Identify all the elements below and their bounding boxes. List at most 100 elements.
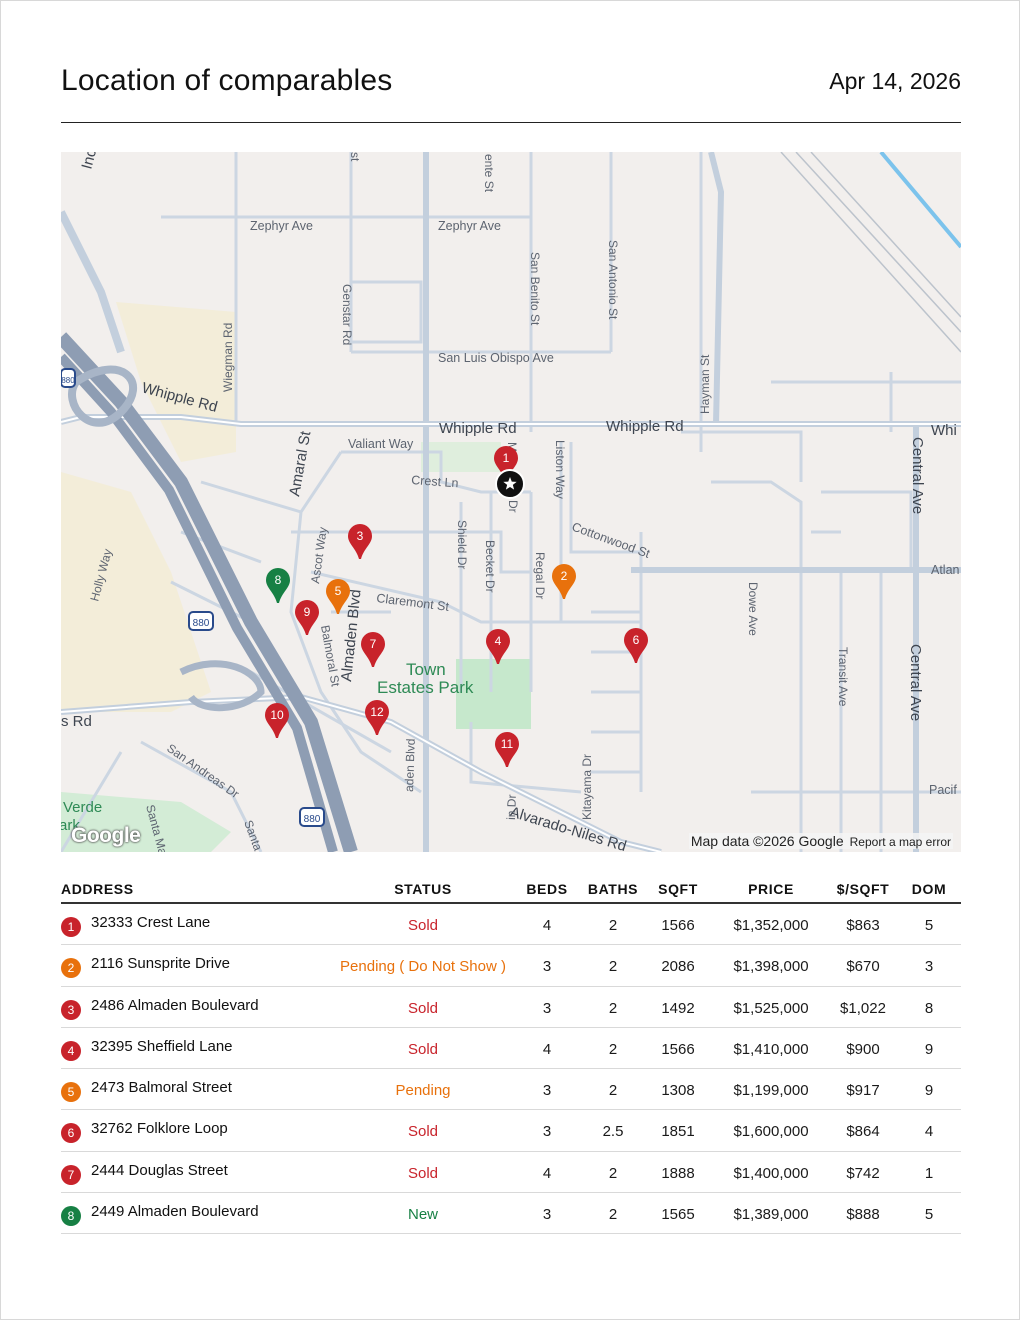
street-label: Pacif [929,783,957,797]
map-marker-3[interactable]: 3 [348,524,372,559]
table-row: 2 2116 Sunsprite Drive Pending ( Do Not Sh… [61,945,961,987]
sqft-cell: 2086 [661,958,695,976]
table-row: 7 2444 Douglas Street Sold 4 2 1888 $1,400,000… [61,1152,961,1194]
park-label: Town [406,660,446,679]
dom-cell: 5 [924,917,934,934]
dom-cell: 9 [924,1082,934,1100]
street-label: st [348,152,362,162]
baths-cell: 2 [608,1164,618,1182]
price-cell: $1,389,000 [733,1206,809,1224]
status-cell: Sold [407,999,439,1017]
map-marker-11[interactable]: 11 [495,732,519,767]
map-marker-12[interactable]: 12 [365,700,389,735]
street-label: Inc [78,152,100,171]
map-marker-10[interactable]: 10 [265,703,289,738]
street-label: Becket Dr [483,540,497,593]
street-label: Amaral St [286,429,314,498]
street-label: San Antonio St [606,240,620,320]
baths-cell: 2 [608,999,618,1017]
comp-number-badge: 3 [61,999,81,1020]
highway-shield-1: 880 [188,611,214,631]
map-marker-8[interactable]: 8 [266,568,290,603]
baths-cell: 2 [608,1040,618,1058]
street-label: Zephyr Ave [438,219,501,233]
sqft-cell: 1566 [661,1040,695,1058]
price-per-sqft-cell: $863 [846,917,880,934]
street-label: Transit Ave [836,647,850,707]
table-row: 1 32333 Crest Lane Sold 4 2 1566 $1,352,000 $86… [61,904,961,946]
status-cell: Pending ( Do Not Show ) [340,958,506,976]
map-marker-label: 5 [335,584,342,598]
address-cell: 32333 Crest Lane [91,914,211,931]
street-label: ente St [482,154,496,193]
beds-cell: 3 [542,1206,552,1224]
price-cell: $1,525,000 [733,999,809,1017]
shield-label-3: 880 [61,376,75,385]
price-cell: $1,410,000 [733,1040,809,1058]
header-price: PRICE [748,881,794,897]
sqft-cell: 1492 [661,999,695,1017]
map-marker-label: 10 [270,708,284,722]
price-cell: $1,352,000 [733,917,809,934]
google-logo: Google [71,824,141,847]
price-per-sqft-cell: $670 [846,958,880,976]
table-body: 1 32333 Crest Lane Sold 4 2 1566 $1,352,000 $86… [61,904,961,1235]
shield-label-2: 880 [304,814,321,825]
map-marker-label: 12 [370,705,384,719]
street-label: Wiegman Rd [221,323,235,392]
map-marker-6[interactable]: 6 [624,628,648,663]
price-per-sqft-cell: $864 [846,1123,880,1141]
status-cell: New [407,1206,439,1224]
address-cell: 2486 Almaden Boulevard [91,996,259,1014]
map-marker-7[interactable]: 7 [361,632,385,667]
beds-cell: 4 [542,1040,552,1058]
street-label: Whi [931,422,957,439]
price-cell: $1,199,000 [733,1082,809,1100]
price-cell: $1,400,000 [733,1164,809,1182]
header-baths: BATHS [587,881,639,897]
street-label: Central Ave [909,437,926,514]
street-label: Kitayama Dr [580,754,594,820]
sqft-cell: 1308 [661,1082,695,1100]
street-label: San Andreas Dr [164,741,241,801]
price-per-sqft-cell: $1,022 [840,999,886,1017]
table-row: 4 32395 Sheffield Lane Sold 4 2 1566 $1,410,00… [61,1028,961,1070]
address-cell: 2449 Almaden Boulevard [91,1203,259,1221]
header-status: STATUS [394,881,452,897]
sqft-cell: 1851 [661,1123,695,1141]
street-label: Whipple Rd [439,420,517,437]
dom-cell: 1 [924,1164,934,1182]
map-marker-label: 1 [503,451,510,465]
report-map-error-link[interactable]: Report a map error [850,835,951,849]
address-cell: 32762 Folklore Loop [91,1120,228,1138]
table-row: 5 2473 Balmoral Street Pending 3 2 1308 $1,199… [61,1069,961,1111]
map-canvas[interactable]: 880 880 880 Zephyr Ave Zephyr Ave San Lu… [61,152,961,852]
street-label: Shield Dr [455,520,469,569]
map-marker-2[interactable]: 2 [552,564,576,599]
comparables-map[interactable]: 880 880 880 Zephyr Ave Zephyr Ave San Lu… [61,152,961,852]
street-label: Alvarado-Niles Rd [508,804,629,852]
dom-cell: 8 [924,999,934,1017]
street-label: Regal Dr [533,552,547,599]
dom-cell: 4 [924,1123,934,1141]
beds-cell: 3 [542,1123,552,1141]
comp-number-badge: 2 [61,958,81,979]
street-label: Atlan [931,563,960,577]
address-cell: 2116 Sunsprite Drive [91,955,230,973]
map-marker-label: 4 [495,634,502,648]
map-marker-label: 9 [304,605,311,619]
beds-cell: 3 [542,958,552,976]
street-label: Dr [506,500,520,513]
header-beds: BEDS [526,881,568,897]
table-row: 6 32762 Folklore Loop Sold 3 2.5 1851 $1,600,0… [61,1110,961,1152]
subject-property-marker[interactable] [495,469,525,499]
map-marker-label: 11 [501,737,514,751]
address-cell: 32395 Sheffield Lane [91,1037,233,1055]
address-cell: 2444 Douglas Street [91,1161,228,1179]
street-label: Hayman St [698,354,712,414]
comp-number-badge: 1 [61,917,81,937]
map-marker-label: 2 [561,569,568,583]
map-marker-label: 6 [633,633,640,647]
street-label: Santa [241,818,265,852]
beds-cell: 4 [542,1164,552,1182]
